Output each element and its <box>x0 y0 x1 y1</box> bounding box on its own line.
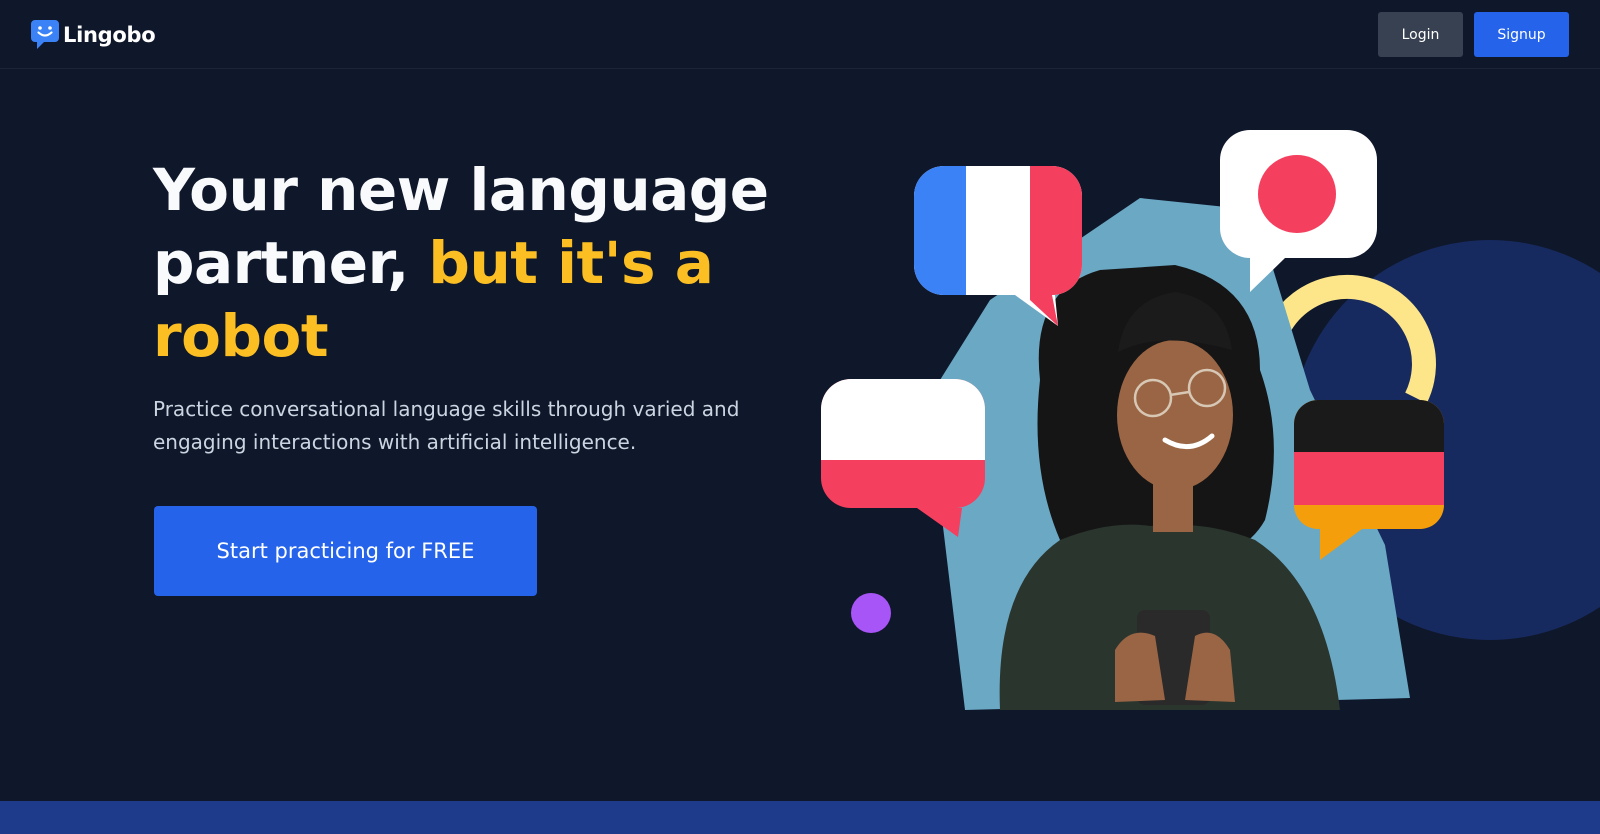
top-navigation: Lingobo Login Signup <box>0 0 1600 69</box>
brand-logo[interactable]: Lingobo <box>30 19 156 51</box>
start-practicing-button[interactable]: Start practicing for FREE <box>154 506 537 596</box>
photo-backdrop <box>935 198 1410 710</box>
smiling-woman-holding-phone <box>999 265 1340 710</box>
yellow-ring-shape <box>1258 274 1436 404</box>
background-circle <box>1290 240 1600 640</box>
login-button[interactable]: Login <box>1378 12 1463 57</box>
france-flag <box>914 166 1082 326</box>
chat-bubble-smile-icon <box>31 20 59 49</box>
germany-flag <box>1294 400 1444 560</box>
signup-button[interactable]: Signup <box>1474 12 1569 57</box>
hero-title: Your new language partner, but it's a ro… <box>153 154 793 373</box>
next-section-strip <box>0 801 1600 834</box>
brand-name: Lingobo <box>63 23 156 47</box>
hero-subtitle: Practice conversational language skills … <box>153 397 740 454</box>
poland-flag <box>821 379 985 537</box>
purple-dot-shape <box>851 593 891 633</box>
japan-flag <box>1220 130 1377 292</box>
